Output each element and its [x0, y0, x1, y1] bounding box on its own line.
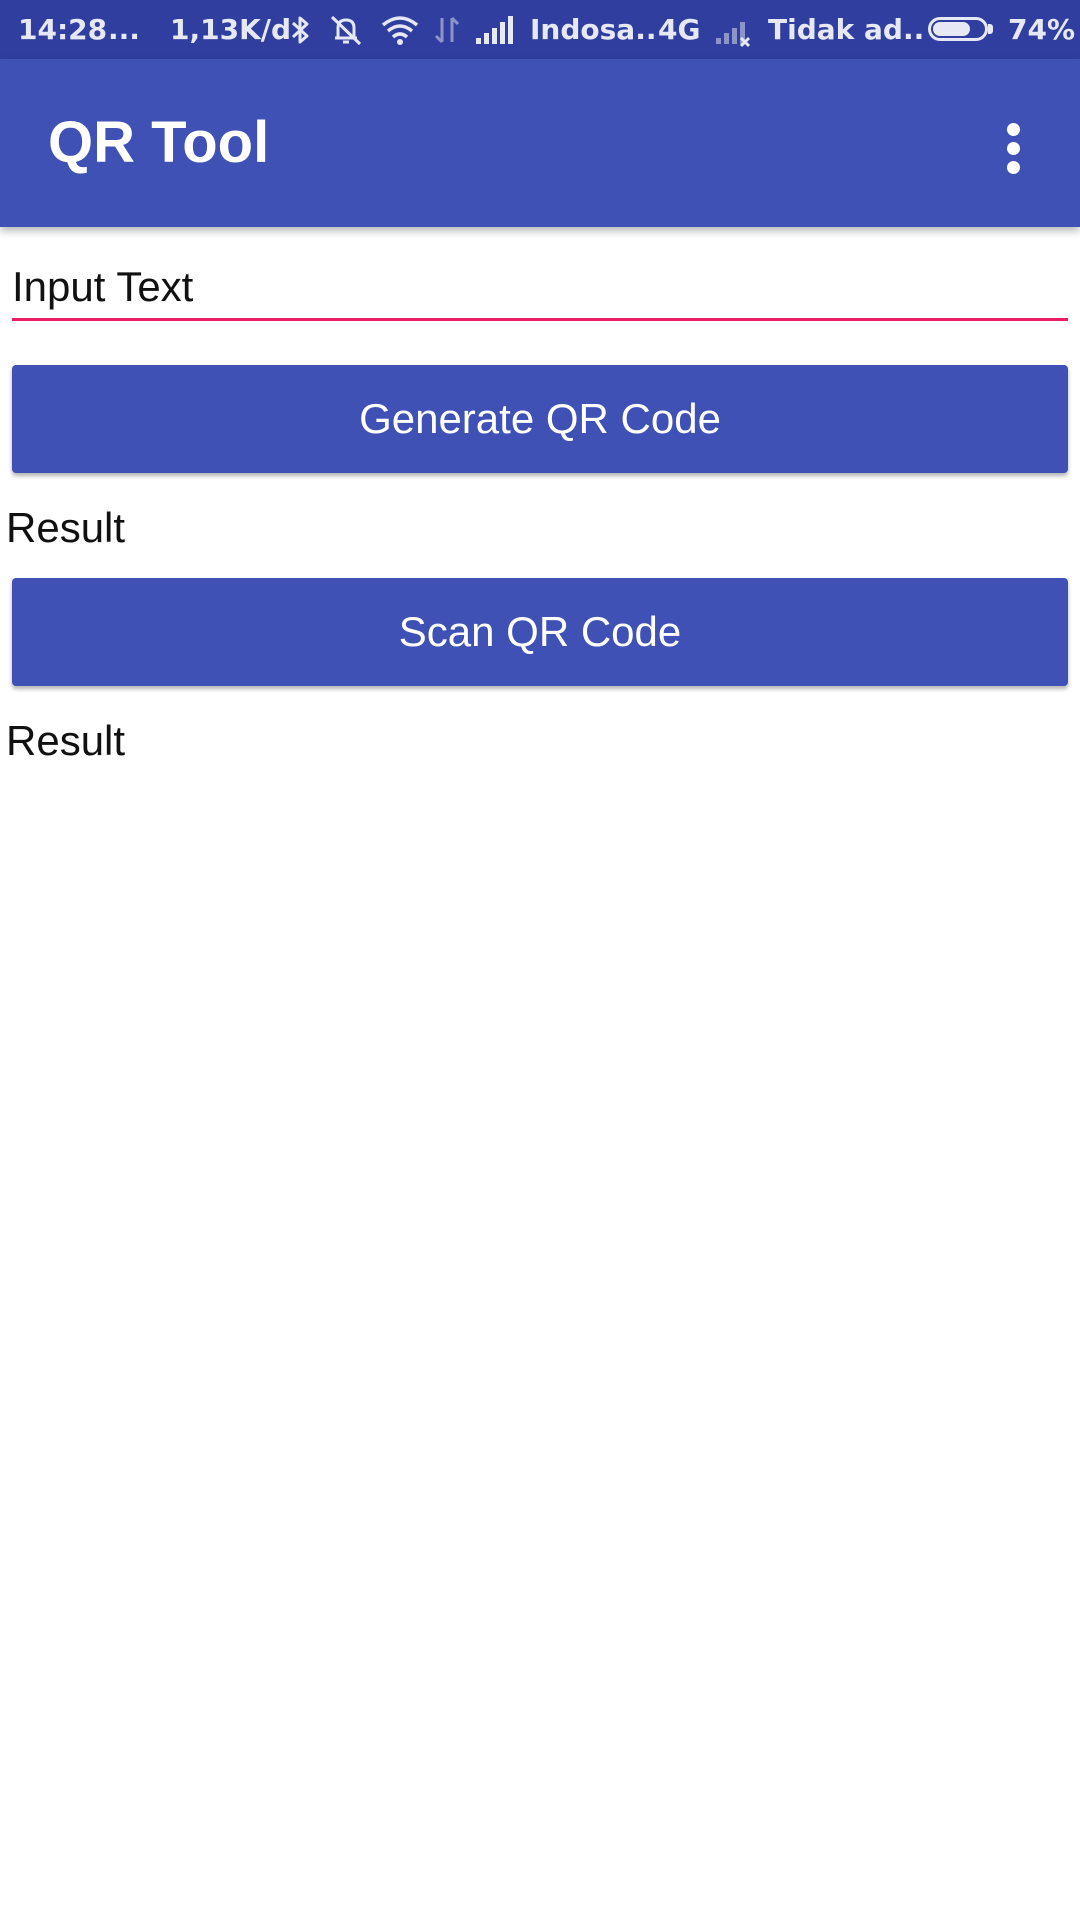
wifi-icon [381, 16, 419, 45]
status-network-speed: 1,13K/d [170, 13, 292, 46]
scan-result-text: Result [6, 717, 126, 764]
no-signal-icon [716, 22, 751, 48]
app-bar: QR Tool [0, 59, 1080, 227]
status-bar: 14:28 ... 1,13K/d Indosa.. 4G Tidak ad..… [0, 0, 1080, 59]
scan-qr-button[interactable]: Scan QR Code [12, 578, 1068, 686]
bluetooth-icon [291, 16, 309, 44]
app-title: QR Tool [48, 110, 270, 175]
input-text-field[interactable] [12, 255, 1068, 321]
status-more-notifications: ... [108, 13, 140, 46]
vibrate-icon [330, 15, 362, 46]
status-carrier-1: Indosa.. [530, 13, 657, 46]
battery-icon [928, 17, 994, 41]
status-network-type: 4G [658, 13, 701, 46]
battery-fill [933, 22, 970, 36]
data-arrows-icon [434, 16, 460, 44]
generate-result-text: Result [6, 504, 126, 551]
more-options-button[interactable] [990, 111, 1038, 175]
status-time: 14:28 [18, 13, 108, 46]
signal-icon [476, 16, 513, 44]
status-battery-percent: 74% [1008, 13, 1076, 46]
status-carrier-2: Tidak ad.. [768, 13, 925, 46]
generate-qr-button[interactable]: Generate QR Code [12, 365, 1068, 473]
